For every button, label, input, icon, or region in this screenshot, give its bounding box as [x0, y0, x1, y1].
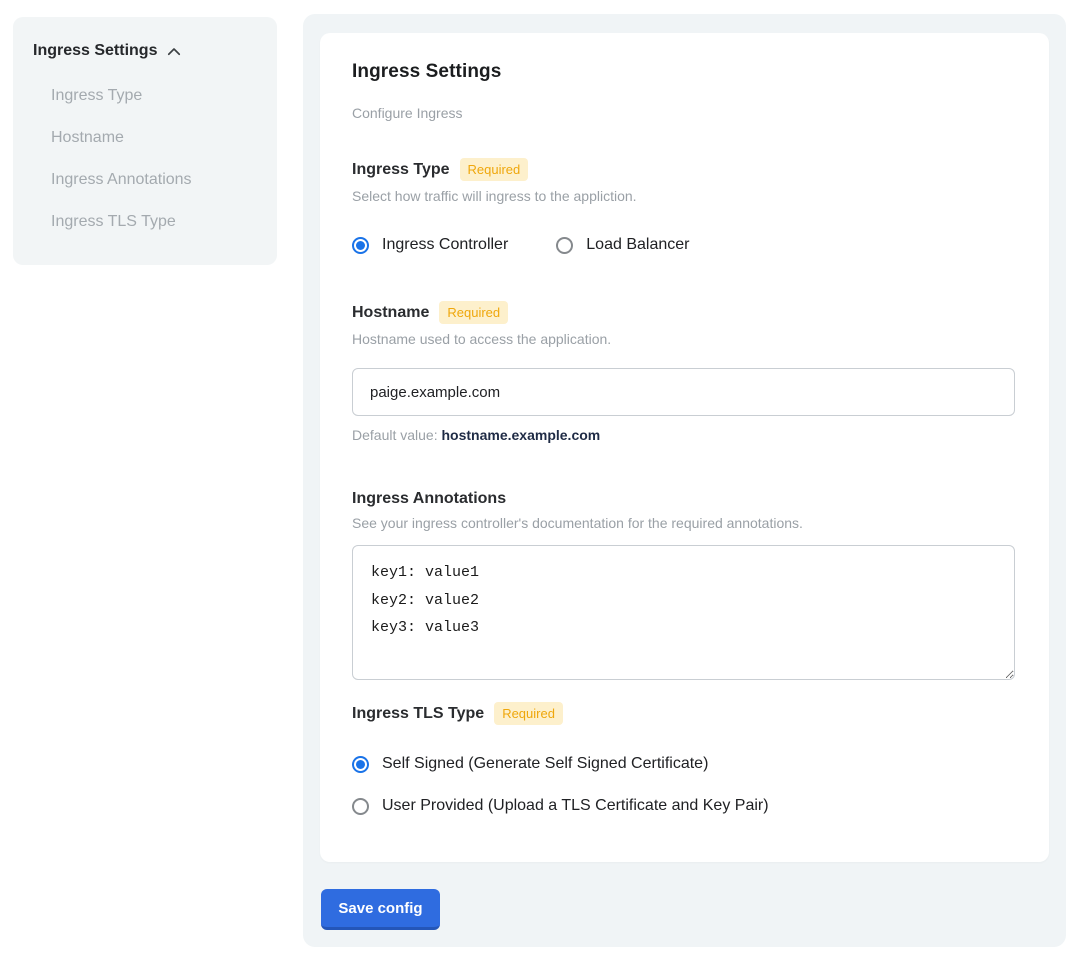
ingress-type-label: Ingress Type	[352, 161, 450, 179]
sidebar-item-ingress-tls-type[interactable]: Ingress TLS Type	[51, 212, 257, 231]
section-hostname: Hostname Required Hostname used to acces…	[352, 301, 1017, 443]
sidebar-item-ingress-annotations[interactable]: Ingress Annotations	[51, 170, 257, 189]
required-badge: Required	[494, 702, 563, 725]
radio-user-provided-label: User Provided (Upload a TLS Certificate …	[382, 797, 769, 815]
sidebar-item-list: Ingress Type Hostname Ingress Annotation…	[33, 86, 257, 231]
sidebar-section-toggle[interactable]: Ingress Settings	[33, 41, 257, 61]
ingress-tls-radio-group: Self Signed (Generate Self Signed Certif…	[352, 755, 1017, 815]
section-ingress-annotations: Ingress Annotations See your ingress con…	[352, 490, 1017, 680]
ingress-annotations-label: Ingress Annotations	[352, 490, 506, 508]
save-config-button[interactable]: Save config	[321, 889, 440, 930]
page-title: Ingress Settings	[352, 61, 1017, 83]
hostname-helper: Hostname used to access the application.	[352, 331, 1017, 347]
radio-ingress-controller-label: Ingress Controller	[382, 236, 508, 254]
radio-load-balancer[interactable]: Load Balancer	[556, 236, 689, 254]
ingress-annotations-helper: See your ingress controller's documentat…	[352, 515, 1017, 531]
settings-sidebar: Ingress Settings Ingress Type Hostname I…	[13, 17, 277, 265]
section-ingress-tls-type: Ingress TLS Type Required Self Signed (G…	[352, 702, 1017, 815]
radio-self-signed-label: Self Signed (Generate Self Signed Certif…	[382, 755, 708, 773]
default-value-label: Default value:	[352, 427, 438, 443]
section-ingress-type: Ingress Type Required Select how traffic…	[352, 158, 1017, 254]
hostname-label: Hostname	[352, 304, 429, 322]
sidebar-item-hostname[interactable]: Hostname	[51, 128, 257, 147]
radio-selected-icon[interactable]	[352, 237, 369, 254]
ingress-tls-type-label: Ingress TLS Type	[352, 705, 484, 723]
hostname-input[interactable]	[352, 368, 1015, 416]
ingress-settings-card: Ingress Settings Configure Ingress Ingre…	[320, 33, 1049, 862]
radio-selected-icon[interactable]	[352, 756, 369, 773]
hostname-default-line: Default value: hostname.example.com	[352, 427, 1017, 443]
ingress-annotations-textarea[interactable]: key1: value1 key2: value2 key3: value3	[352, 545, 1015, 680]
ingress-type-radio-group: Ingress Controller Load Balancer	[352, 236, 1017, 254]
ingress-type-helper: Select how traffic will ingress to the a…	[352, 188, 1017, 204]
chevron-up-icon[interactable]	[165, 43, 183, 61]
radio-load-balancer-label: Load Balancer	[586, 236, 689, 254]
sidebar-section-title: Ingress Settings	[33, 42, 157, 60]
radio-unselected-icon[interactable]	[556, 237, 573, 254]
default-value-text: hostname.example.com	[442, 427, 601, 443]
required-badge: Required	[439, 301, 508, 324]
sidebar-item-ingress-type[interactable]: Ingress Type	[51, 86, 257, 105]
radio-unselected-icon[interactable]	[352, 798, 369, 815]
radio-user-provided[interactable]: User Provided (Upload a TLS Certificate …	[352, 797, 1017, 815]
settings-panel: Ingress Settings Configure Ingress Ingre…	[303, 14, 1066, 947]
required-badge: Required	[460, 158, 529, 181]
radio-self-signed[interactable]: Self Signed (Generate Self Signed Certif…	[352, 755, 1017, 773]
radio-ingress-controller[interactable]: Ingress Controller	[352, 236, 508, 254]
page-subtitle: Configure Ingress	[352, 105, 1017, 121]
